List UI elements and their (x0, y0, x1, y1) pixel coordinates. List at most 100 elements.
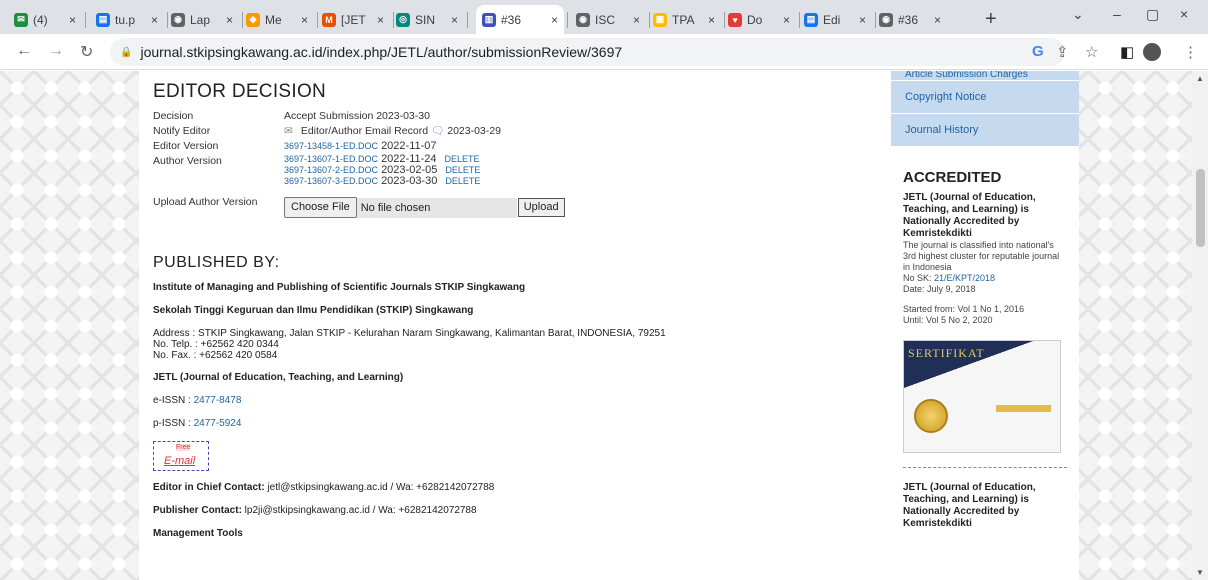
tab-close-icon[interactable]: × (226, 13, 233, 27)
scrollbar[interactable]: ▲ ▼ (1192, 71, 1208, 580)
sidebar-item-history[interactable]: Journal History (891, 114, 1079, 147)
institute-name: Institute of Managing and Publishing of … (153, 282, 526, 293)
bookmark-star-icon[interactable]: ☆ (1085, 43, 1098, 61)
address-text: Address : STKIP Singkawang, Jalan STKIP … (153, 328, 666, 339)
scroll-up-icon[interactable]: ▲ (1196, 74, 1204, 83)
tab[interactable]: ◆ Me × (240, 5, 314, 34)
tab[interactable]: M [JET × (316, 5, 390, 34)
tab-favicon-icon: ▥ (482, 12, 496, 27)
tab[interactable]: ◉ ISC × (570, 5, 646, 34)
sidebar-item-article-charges[interactable]: Article Submission Charges (891, 71, 1079, 81)
notify-row: Notify Editor ✉ Editor/Author Email Recor… (153, 124, 891, 139)
upload-row: Upload Author Version Choose File No fil… (153, 195, 891, 218)
tab-label: tu.p (115, 12, 136, 27)
tab[interactable]: ▤ Edi × (798, 5, 872, 34)
comment-icon[interactable]: 🗨 (431, 125, 444, 137)
url-text: journal.stkipsingkawang.ac.id/index.php/… (140, 44, 623, 60)
no-file-text: No file chosen (356, 197, 517, 218)
publisher-contact: Publisher Contact: lp2ji@stkipsingkawang… (153, 505, 891, 517)
tab[interactable]: ◉ Lap × (165, 5, 239, 34)
tab-label: #36 (501, 12, 522, 27)
new-tab-button[interactable]: + (985, 8, 997, 31)
author-version-file-link[interactable]: 3697-13607-3-ED.DOC (284, 176, 378, 186)
tab-close-icon[interactable]: × (859, 13, 866, 27)
editor-version-file-link[interactable]: 3697-13458-1-ED.DOC (284, 141, 378, 151)
author-version-file-link[interactable]: 3697-13607-1-ED.DOC (284, 154, 378, 164)
tab-close-icon[interactable]: × (783, 13, 790, 27)
main-content: EDITOR DECISION Decision Accept Submissi… (139, 71, 891, 580)
chief-label: Editor in Chief Contact: (153, 482, 265, 493)
tab[interactable]: ✉ (4) × (8, 5, 82, 34)
tab-favicon-icon: ▣ (653, 12, 667, 27)
tab-close-icon[interactable]: × (377, 13, 384, 27)
pissn-link[interactable]: 2477-5924 (194, 418, 242, 429)
author-version-date: 2023-03-30 (381, 175, 438, 187)
journal-name: JETL (Journal of Education, Teaching, an… (153, 372, 404, 383)
email-badge[interactable]: Free E-mail (153, 441, 209, 471)
tab-close-icon[interactable]: × (633, 13, 640, 27)
author-version-file-link[interactable]: 3697-13607-2-ED.DOC (284, 165, 378, 175)
published-by-heading: PUBLISHED BY: (153, 254, 280, 271)
tab-close-icon[interactable]: × (301, 13, 308, 27)
pissn-line: p-ISSN : 2477-5924 (153, 418, 891, 430)
eissn-link[interactable]: 2477-8478 (194, 395, 242, 406)
reload-icon[interactable]: ↻ (80, 42, 93, 62)
envelope-icon[interactable]: ✉ (284, 125, 293, 137)
delete-link[interactable]: DELETE (445, 176, 480, 186)
tab[interactable]: ♥ Do × (722, 5, 796, 34)
share-icon[interactable]: ⇪ (1056, 43, 1069, 61)
decision-value: Accept Submission 2023-03-30 (284, 110, 430, 122)
tab[interactable]: ◎ SIN × (390, 5, 464, 34)
browser-toolbar: ← → ↻ 🔒 journal.stkipsingkawang.ac.id/in… (0, 34, 1208, 70)
chief-value: jetl@stkipsingkawang.ac.id / Wa: +628214… (264, 482, 495, 493)
author-version-item: 3697-13607-3-ED.DOC 2023-03-30 DELETE (284, 176, 480, 187)
back-icon[interactable]: ← (16, 42, 32, 60)
minimize-icon[interactable]: – (1113, 6, 1121, 22)
editor-version-label: Editor Version (153, 140, 219, 152)
window-close-icon[interactable]: × (1180, 6, 1188, 22)
fax-text: No. Fax. : +62562 420 0584 (153, 350, 278, 361)
notify-value: ✉ Editor/Author Email Record 🗨 2023-03-29 (284, 124, 501, 139)
menu-kebab-icon[interactable]: ⋮ (1183, 43, 1198, 61)
decision-row: Decision Accept Submission 2023-03-30 (153, 109, 891, 124)
sk-link[interactable]: 21/E/KPT/2018 (934, 273, 995, 283)
google-lens-icon[interactable]: G (1032, 43, 1044, 60)
tab-label: Do (747, 12, 763, 27)
tab-close-icon[interactable]: × (151, 13, 158, 27)
tab-search-icon[interactable]: ⌄ (1072, 6, 1084, 23)
restore-icon[interactable]: ▢ (1146, 6, 1159, 23)
tab-favicon-icon: ◆ (246, 12, 260, 27)
tab[interactable]: ▥ #36 × (476, 5, 564, 34)
tab[interactable]: ▤ tu.p × (90, 5, 164, 34)
tab-close-icon[interactable]: × (69, 13, 76, 27)
tab-close-icon[interactable]: × (551, 13, 558, 27)
tab-close-icon[interactable]: × (708, 13, 715, 27)
tab-favicon-icon: ◉ (171, 12, 185, 27)
file-input[interactable]: Choose File No file chosen Upload (284, 197, 565, 218)
accredited-statement: JETL (Journal of Education, Teaching, an… (903, 192, 1036, 239)
notify-label: Notify Editor (153, 125, 211, 137)
choose-file-button[interactable]: Choose File (284, 197, 357, 218)
sidebar-item-copyright[interactable]: Copyright Notice (891, 81, 1079, 114)
forward-icon[interactable]: → (48, 42, 64, 60)
seal-icon (914, 399, 948, 433)
address-bar[interactable]: 🔒 journal.stkipsingkawang.ac.id/index.ph… (110, 38, 1065, 66)
avatar[interactable] (1143, 43, 1161, 61)
started-from: Started from: Vol 1 No 1, 2016 (903, 304, 1025, 314)
accredited-heading: ACCREDITED (903, 169, 1002, 186)
tab-close-icon[interactable]: × (934, 13, 941, 27)
scrollbar-thumb[interactable] (1196, 169, 1205, 247)
upload-button[interactable]: Upload (517, 198, 565, 217)
accredited-text: The journal is classified into national'… (903, 240, 1060, 272)
scroll-down-icon[interactable]: ▼ (1196, 568, 1204, 577)
certificate-image: SERTIFIKAT (903, 340, 1061, 453)
tab-favicon-icon: ◉ (576, 12, 590, 27)
tab[interactable]: ◉ #36 × (873, 5, 947, 34)
tab-close-icon[interactable]: × (451, 13, 458, 27)
tab[interactable]: ▣ TPA × (647, 5, 721, 34)
lock-icon[interactable]: 🔒 (120, 47, 132, 58)
side-panel-icon[interactable]: ◧ (1120, 43, 1134, 61)
delete-link[interactable]: DELETE (445, 165, 480, 175)
delete-link[interactable]: DELETE (445, 154, 480, 164)
email-record-link[interactable]: Editor/Author Email Record (301, 125, 428, 137)
